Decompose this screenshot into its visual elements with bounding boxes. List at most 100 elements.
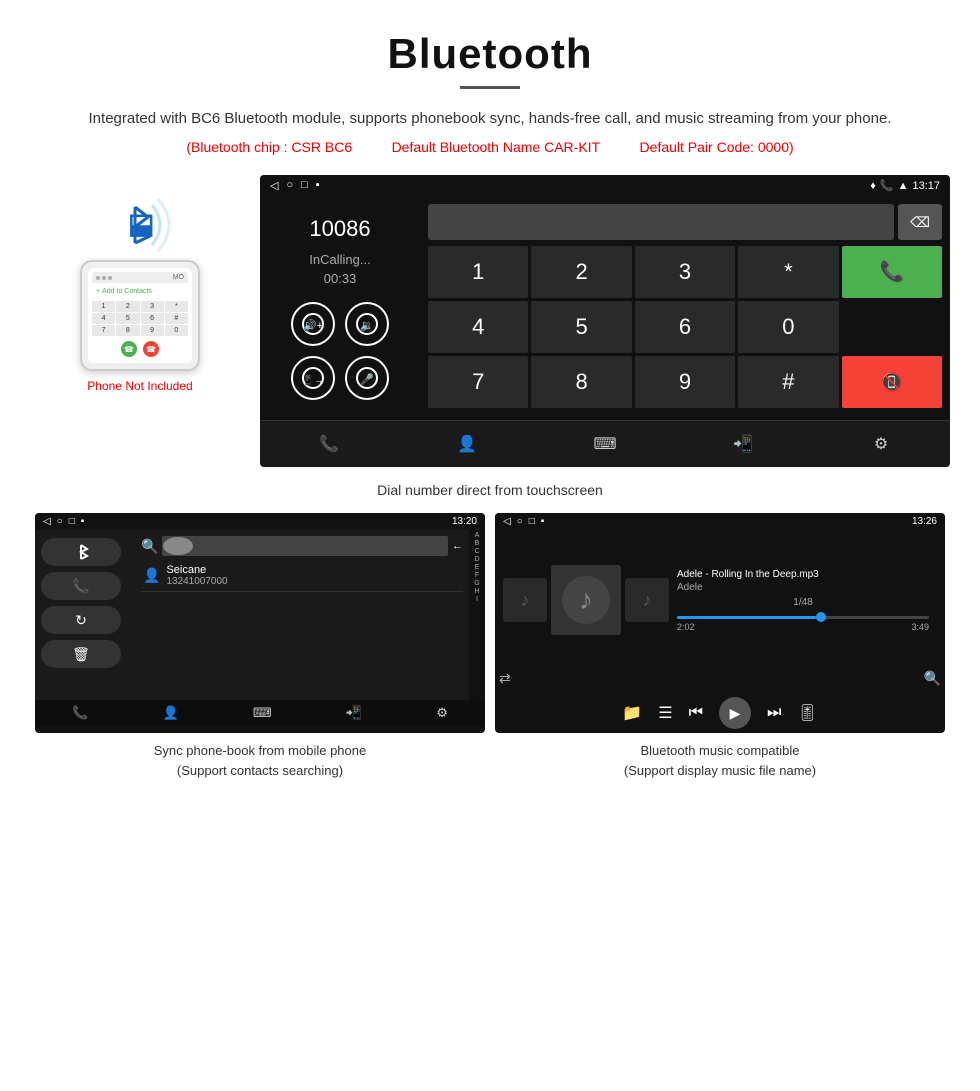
dial-settings-icon[interactable]: ⚙ [861,429,901,459]
dot2 [102,276,106,280]
dial-status-bar: ◁ ○ □ ▪ ♦ 📞 ▲ 13:17 [260,175,950,196]
music-recents-icon: □ [529,516,535,527]
music-note-icon: ♪ [561,575,611,625]
pb-search-icon[interactable]: 🔍 [141,538,158,555]
mic-button[interactable]: 🎤 [345,356,389,400]
svg-text:🔊+: 🔊+ [303,318,323,332]
dial-key-5[interactable]: 5 [531,301,631,353]
phone-end-button[interactable]: ☎ [143,341,159,357]
pb-bottom-settings[interactable]: ⚙ [436,705,448,721]
music-progress-fill [677,616,816,619]
phone-top-bar: MO [92,272,188,283]
numkey-5: 5 [116,313,139,324]
music-search-icon[interactable]: 🔍 [924,670,941,687]
notification-icon: ▪ [316,179,320,192]
music-progress-bar[interactable] [677,616,929,619]
dial-right-numpad: ⌫ 1 2 3 * 📞 4 5 6 0 7 [420,196,950,420]
pb-main: 📞 ↻ 🗑 🔍 ← 👤 Seicane [35,530,485,700]
alpha-h[interactable]: H [474,588,479,595]
dial-key-4[interactable]: 4 [428,301,528,353]
transfer-icon: 📱→ [302,367,324,389]
pb-bottom-bar: 📞 👤 ⌨ 📲 ⚙ [35,700,485,726]
numkey-hash: # [165,313,188,324]
dial-key-hash[interactable]: # [738,356,838,408]
dial-backspace-button[interactable]: ⌫ [898,204,942,240]
dial-key-0[interactable]: 0 [738,301,838,353]
pb-delete-menu[interactable]: 🗑 [41,640,121,668]
transfer-button[interactable]: 📱→ [291,356,335,400]
pb-left-menu: 📞 ↻ 🗑 [35,530,135,700]
page-header: Bluetooth Integrated with BC6 Bluetooth … [0,0,980,175]
dial-call-button[interactable]: 📞 [842,246,942,298]
vol-down-icon: 🔉 [356,313,378,335]
dial-key-9[interactable]: 9 [635,356,735,408]
numpad-grid: 1 2 3 * 📞 4 5 6 0 7 8 9 # [428,246,942,411]
dial-key-6[interactable]: 6 [635,301,735,353]
dial-key-7[interactable]: 7 [428,356,528,408]
alpha-e[interactable]: E [475,564,480,571]
pb-nav-icons: ◁ ○ □ ▪ [43,516,84,527]
music-equalizer-icon[interactable]: 🎚 [797,703,817,723]
dial-transfer-icon[interactable]: 📲 [723,429,763,459]
alpha-c[interactable]: C [474,548,479,555]
music-art-small-left: ♪ [503,578,547,622]
alpha-i[interactable]: I [476,596,478,603]
pb-contact-number: 13241007000 [166,576,227,587]
dial-key-star[interactable]: * [738,246,838,298]
dial-key-3[interactable]: 3 [635,246,735,298]
dial-key-1[interactable]: 1 [428,246,528,298]
dial-main: 10086 InCalling... 00:33 🔊+ 🔉 [260,196,950,420]
alpha-b[interactable]: B [475,540,480,547]
volume-up-button[interactable]: 🔊+ [291,302,335,346]
phonebook-caption: Sync phone-book from mobile phone (Suppo… [35,741,485,780]
pb-search-row: 🔍 ← [141,536,463,556]
music-counter: 1/48 [677,597,929,608]
music-list-icon[interactable]: ☰ [658,703,672,723]
pb-call-menu[interactable]: 📞 [41,572,121,600]
pb-bottom-keypad[interactable]: ⌨ [253,705,272,721]
pb-bottom-calls[interactable]: 📞 [72,705,88,721]
alpha-d[interactable]: D [474,556,479,563]
alpha-g[interactable]: G [474,580,479,587]
chip-label: (Bluetooth chip : CSR BC6 [186,139,352,155]
dial-calls-icon[interactable]: 📞 [309,429,349,459]
dial-keypad-icon[interactable]: ⌨ [585,429,625,459]
svg-text:📵: 📵 [881,371,903,392]
pb-bt-menu[interactable] [41,538,121,566]
subtitle-text: Integrated with BC6 Bluetooth module, su… [60,107,920,131]
call-status-icon: 📞 [880,179,894,192]
phone-call-button[interactable]: ☎ [121,341,137,357]
music-next-icon[interactable]: ⏭ [767,704,781,722]
music-shuffle-icon[interactable]: ⇄ [499,670,511,687]
phone-mockup: MO + Add to Contacts 1 2 3 * 4 5 6 # 7 8 [80,260,200,371]
pb-status-bar: ◁ ○ □ ▪ 13:20 [35,513,485,530]
pb-right-content: 🔍 ← 👤 Seicane 13241007000 [135,530,469,700]
pb-bottom-contacts[interactable]: 👤 [162,705,178,721]
music-play-button[interactable]: ▶ [719,697,751,729]
phone-add-contact: + Add to Contacts [92,286,188,297]
dial-key-8[interactable]: 8 [531,356,631,408]
pb-bottom-transfer[interactable]: 📲 [346,705,362,721]
page-title: Bluetooth [60,30,920,78]
dial-end-button[interactable]: 📵 [842,356,942,408]
numkey-2: 2 [116,301,139,312]
end-call-icon: 📵 [878,368,906,396]
dial-input-field[interactable] [428,204,894,240]
music-art-small-right: ♪ [625,578,669,622]
alpha-a[interactable]: A [475,532,480,539]
pb-contact-item[interactable]: 👤 Seicane 13241007000 [141,560,463,592]
volume-down-button[interactable]: 🔉 [345,302,389,346]
alpha-f[interactable]: F [475,572,479,579]
dial-contacts-icon[interactable]: 👤 [447,429,487,459]
bottom-row: ◁ ○ □ ▪ 13:20 📞 ↻ 🗑 [0,513,980,800]
music-panel: ◁ ○ □ ▪ 13:26 ♪ ♪ ♪ [495,513,945,780]
call-icon: 📞 [878,258,906,286]
pb-back-arrow[interactable]: ← [452,540,463,552]
back-icon: ◁ [270,179,278,192]
music-prev-icon[interactable]: ⏮ [689,704,703,722]
music-folder-icon[interactable]: 📁 [622,703,642,723]
dial-key-2[interactable]: 2 [531,246,631,298]
phone-not-included-label: Phone Not Included [87,379,192,393]
add-label: Add to Contacts [102,288,152,295]
pb-sync-menu[interactable]: ↻ [41,606,121,634]
